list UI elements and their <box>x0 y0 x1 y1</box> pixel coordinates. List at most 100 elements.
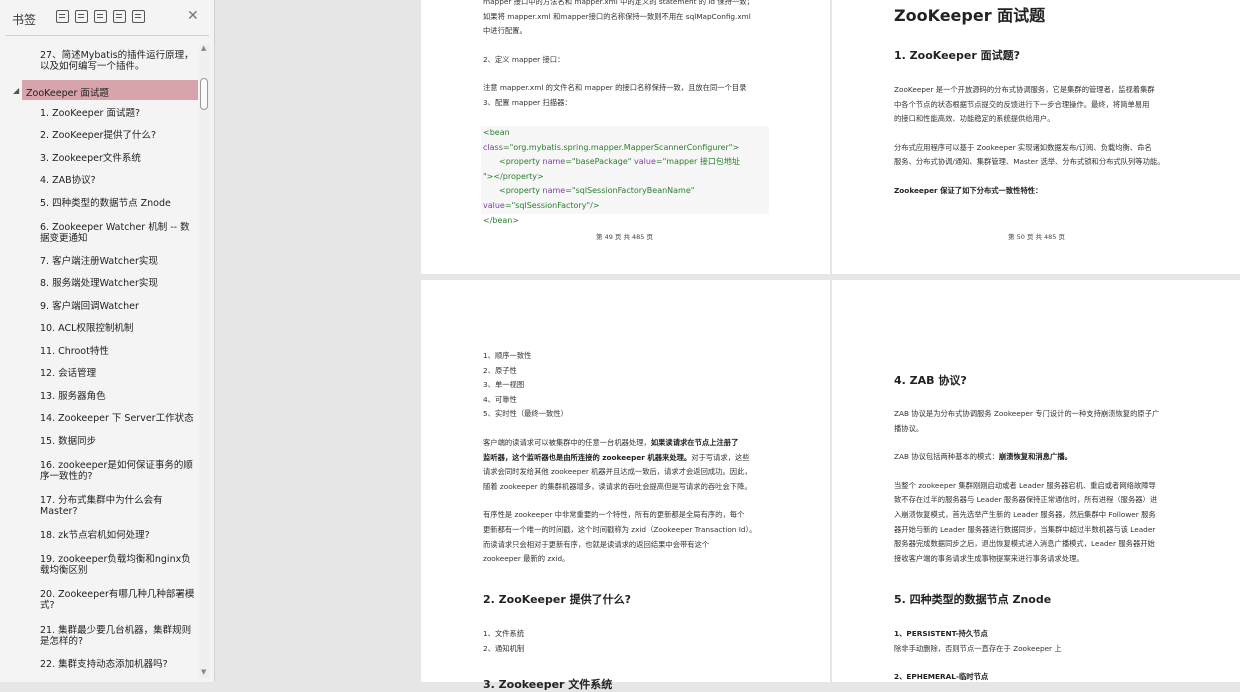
toc-item[interactable]: 9. 客户端回调Watcher <box>40 301 196 312</box>
toc-item[interactable]: 3. Zookeeper文件系统 <box>40 153 196 164</box>
code-token: </bean> <box>483 215 520 225</box>
toc-item[interactable]: 17. 分布式集群中为什么会有Master? <box>40 495 196 517</box>
scroll-down-icon[interactable]: ▼ <box>201 668 206 676</box>
text-line: 服务器完成数据同步之后，退出恢复模式进入消息广播模式，Leader 服务器开始 <box>894 539 1155 549</box>
text-line: 3、配置 mapper 扫描器： <box>483 97 572 107</box>
code-block: <bean class="org.mybatis.spring.mapper.M… <box>481 126 769 225</box>
code-token: ="sqlSessionFactory"/> <box>504 200 600 210</box>
toc-item[interactable]: 13. 服务器角色 <box>40 391 196 402</box>
page-body: 1、顺序一致性 2、原子性 3、单一视图 4、可靠性 5、实时性（最终一致性） … <box>483 349 823 567</box>
toc-item[interactable]: 7. 客户端注册Watcher实现 <box>40 256 196 267</box>
text-line: ZAB 协议是为分布式协调服务 Zookeeper 专门设计的一种支持崩溃恢复的… <box>894 409 1160 418</box>
code-token: name <box>542 157 566 167</box>
toc-item[interactable]: 16. zookeeper是如何保证事务的顺序一致性的? <box>40 460 196 482</box>
toc-item[interactable]: 1. ZooKeeper 面试题? <box>40 108 196 119</box>
text-span: 客户端的读请求可以被集群中的任意一台机器处理， <box>483 437 651 447</box>
text-line: 播协议。 <box>894 423 924 433</box>
text-line: Zookeeper 保证了如下分布式一致性特性： <box>894 185 1043 195</box>
code-token: value <box>634 157 656 167</box>
text-line: 有序性是 zookeeper 中非常重要的一个特性，所有的更新都是全局有序的，每… <box>483 510 745 520</box>
toc-item[interactable]: 5. 四种类型的数据节点 Znode <box>40 198 196 209</box>
toc-list: 27、简述Mybatis的插件运行原理，以及如何编写一个插件。 ◢ ZooKee… <box>0 44 198 680</box>
list-item: 2、原子性 <box>483 365 517 375</box>
code-token: class <box>483 142 503 152</box>
text-span: ZAB 协议包括两种基本的模式： <box>894 452 999 462</box>
text-span: 崩溃恢复和消息广播。 <box>998 452 1072 462</box>
bookmark-options-icon[interactable] <box>132 10 145 23</box>
toc-item[interactable]: 2. ZooKeeper提供了什么? <box>40 130 196 141</box>
bookmark-panel-header: 书签 ✕ <box>0 0 214 36</box>
text-line: ZAB 协议包括两种基本的模式：崩溃恢复和消息广播。 <box>894 450 1234 465</box>
text-line: zookeeper 最新的 zxid。 <box>483 554 570 564</box>
text-line: ZooKeeper 是一个开放源码的分布式协调服务，它是集群的管理者，监视着集群 <box>894 85 1155 94</box>
toc-item[interactable]: 8. 服务端处理Watcher实现 <box>40 278 196 289</box>
toc-item[interactable]: 19. zookeeper负载均衡和nginx负载均衡区别 <box>40 554 196 576</box>
close-icon[interactable]: ✕ <box>187 8 199 24</box>
collapse-arrow-icon[interactable]: ◢ <box>13 86 19 95</box>
pdf-page-51: 1、顺序一致性 2、原子性 3、单一视图 4、可靠性 5、实时性（最终一致性） … <box>421 280 830 691</box>
list-item: 1、文件系统 <box>483 629 525 638</box>
text-line: 注意 mapper.xml 的文件名和 mapper 的接口名称保持一致，且放在… <box>483 83 747 93</box>
list-item: 5、实时性（最终一致性） <box>483 409 568 419</box>
toc-item[interactable]: 11. Chroot特性 <box>40 346 196 357</box>
toc-item-selected[interactable]: ZooKeeper 面试题 <box>22 80 198 100</box>
toc-item[interactable]: 4. ZAB协议? <box>40 175 196 186</box>
section-heading: 3. Zookeeper 文件系统 <box>483 678 613 691</box>
code-token: name <box>542 186 566 196</box>
code-token: ="basePackage" <box>565 157 635 167</box>
section-heading: 4. ZAB 协议? <box>894 374 967 387</box>
list-item: 1、顺序一致性 <box>483 351 532 360</box>
page-title: ZooKeeper 面试题 <box>894 6 1046 25</box>
pdf-page-49: mapper 接口中的方法名和 mapper.xml 中的定义的 stateme… <box>421 0 830 274</box>
add-bookmark-icon[interactable] <box>94 10 107 23</box>
toc-item[interactable]: 27、简述Mybatis的插件运行原理，以及如何编写一个插件。 <box>40 50 196 72</box>
scroll-thumb[interactable] <box>200 78 208 110</box>
code-token: ="mapper 接口包地址 <box>655 157 740 167</box>
list-item: 1、PERSISTENT-持久节点 <box>894 629 988 638</box>
toc-item-label: ZooKeeper 面试题 <box>26 88 109 99</box>
divider <box>6 35 209 36</box>
toc-item[interactable]: 18. zk节点宕机如何处理? <box>40 530 196 541</box>
text-line: 更新都有一个唯一的时间戳，这个时间戳称为 zxid（Zookeeper Tran… <box>483 524 757 534</box>
text-line: 器开始与新的 Leader 服务器进行数据同步，当集群中超过半数机器与该 Lea… <box>894 524 1156 534</box>
code-token: <property <box>499 157 543 167</box>
text-line: 的接口和性能高效、功能稳定的系统提供给用户。 <box>894 114 1055 124</box>
toc-item[interactable]: 10. ACL权限控制机制 <box>40 323 196 334</box>
bookmark-panel: 书签 ✕ 27、简述Mybatis的插件运行原理，以及如何编写一个插件。 ◢ Z… <box>0 0 215 682</box>
pdf-page-52: 4. ZAB 协议? ZAB 协议是为分布式协调服务 Zookeeper 专门设… <box>832 280 1240 682</box>
collapse-all-icon[interactable] <box>75 10 88 23</box>
section-heading: 2. ZooKeeper 提供了什么? <box>483 593 631 606</box>
bookmark-icon[interactable] <box>113 10 126 23</box>
page-body: mapper 接口中的方法名和 mapper.xml 中的定义的 stateme… <box>483 0 823 111</box>
text-line: 致不存在过半的服务器与 Leader 服务器保持正常通信时，所有进程（服务器）进 <box>894 495 1158 505</box>
text-line: 如果将 mapper.xml 和mapper接口的名称保持一致则不用在 sqlM… <box>483 11 751 21</box>
text-line: 中进行配置。 <box>483 26 527 36</box>
page-body: ZAB 协议是为分布式协调服务 Zookeeper 专门设计的一种支持崩溃恢复的… <box>894 407 1234 566</box>
scroll-up-icon[interactable]: ▲ <box>201 44 206 52</box>
code-token: value <box>483 200 505 210</box>
section-heading: 1. ZooKeeper 面试题? <box>894 49 1020 62</box>
text-line: 中各个节点的状态根据节点提交的反馈进行下一步合理操作。最终，将简单易用 <box>894 99 1150 109</box>
page-number: 第 49 页 共 485 页 <box>596 233 654 241</box>
text-line: 除非手动删除，否则节点一直存在于 Zookeeper 上 <box>894 643 1062 653</box>
toc-item[interactable]: 22. 集群支持动态添加机器吗? <box>40 659 196 670</box>
code-token: ="sqlSessionFactoryBeanName" <box>565 186 695 196</box>
toc-item[interactable]: 14. Zookeeper 下 Server工作状态 <box>40 413 196 424</box>
toc-scrollbar[interactable]: ▲ ▼ <box>199 44 210 678</box>
text-line: 分布式应用程序可以基于 Zookeeper 实现诸如数据发布/订阅、负载均衡、命… <box>894 142 1152 152</box>
expand-all-icon[interactable] <box>56 10 69 23</box>
toc-item[interactable]: 15. 数据同步 <box>40 436 196 447</box>
bookmark-toolbar <box>56 10 145 23</box>
page-body: 1、PERSISTENT-持久节点 除非手动删除，否则节点一直存在于 Zooke… <box>894 627 1234 685</box>
page-number: 第 50 页 共 485 页 <box>1008 233 1066 241</box>
toc-item[interactable]: 20. Zookeeper有哪几种几种部署模式? <box>40 589 196 611</box>
toc-item[interactable]: 6. Zookeeper Watcher 机制 -- 数据变更通知 <box>40 222 196 244</box>
list-item: 3、单一视图 <box>483 380 525 390</box>
code-token: <property <box>499 186 543 196</box>
text-line: 入崩溃恢复模式，首先选举产生新的 Leader 服务器，然后集群中 Follow… <box>894 509 1156 519</box>
toc-item[interactable]: 12. 会话管理 <box>40 368 196 379</box>
text-line: 随着 zookeeper 的集群机器增多，读请求的吞吐会提高但是写请求的吞吐会下… <box>483 481 752 491</box>
toc-item[interactable]: 21. 集群最少要几台机器，集群规则是怎样的? <box>40 625 196 647</box>
text-line: 服务、分布式协调/通知、集群管理、Master 选举、分布式锁和分布式队列等功能… <box>894 157 1165 167</box>
text-line: 而读请求只会相对于更新有序，也就是读请求的返回结果中会带有这个 <box>483 539 710 549</box>
